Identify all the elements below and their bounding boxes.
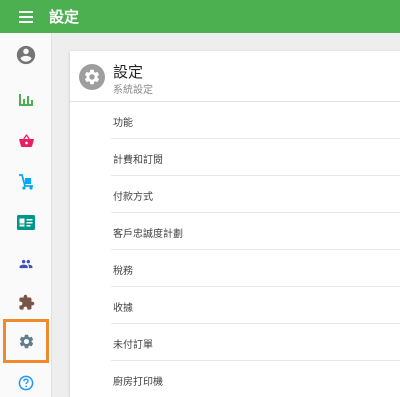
settings-item-payment-methods[interactable]: 付款方式 xyxy=(111,176,400,213)
settings-card-title: 設定 xyxy=(113,63,144,81)
list-item-label: 計費和訂閱 xyxy=(113,155,163,166)
top-app-bar: 設定 xyxy=(0,0,400,33)
hand-truck-icon xyxy=(19,173,33,190)
sidebar-item-staff[interactable] xyxy=(0,245,52,282)
list-item-label: 未付訂單 xyxy=(113,340,153,351)
basket-icon xyxy=(18,133,34,147)
sidebar-item-customers[interactable] xyxy=(0,204,52,241)
settings-card-subtitle: 系統設定 xyxy=(113,85,153,96)
account-circle-icon xyxy=(16,45,36,64)
sidebar-item-delivery[interactable] xyxy=(0,163,52,200)
settings-item-billing[interactable]: 計費和訂閱 xyxy=(111,139,400,176)
settings-item-loyalty[interactable]: 客戶忠誠度計劃 xyxy=(111,213,400,250)
contact-card-icon xyxy=(17,215,35,230)
sidebar-item-settings[interactable] xyxy=(3,319,49,363)
list-item-label: 廚房打印機 xyxy=(113,377,163,388)
settings-item-features[interactable]: 功能 xyxy=(111,102,400,139)
sidebar-item-sales[interactable] xyxy=(0,122,52,159)
puzzle-icon xyxy=(18,294,34,310)
list-item-label: 收據 xyxy=(113,303,133,314)
settings-item-unpaid-orders[interactable]: 未付訂單 xyxy=(111,324,400,361)
sidebar-item-help[interactable] xyxy=(0,364,52,397)
help-circle-icon xyxy=(18,375,34,390)
settings-card: 設定 系統設定 功能 計費和訂閱 付款方式 客戶忠誠度計劃 稅務 收據 未付訂單… xyxy=(70,51,400,397)
people-icon xyxy=(19,259,33,268)
hamburger-menu-icon[interactable] xyxy=(0,0,52,33)
settings-item-kitchen-printers[interactable]: 廚房打印機 xyxy=(111,361,400,397)
gear-icon xyxy=(79,64,105,90)
list-item-label: 客戶忠誠度計劃 xyxy=(113,229,183,240)
bar-chart-icon xyxy=(19,93,33,106)
page-title: 設定 xyxy=(49,8,80,26)
sidebar-nav xyxy=(0,33,52,397)
sidebar-item-addons[interactable] xyxy=(0,284,52,321)
sidebar-item-account[interactable] xyxy=(0,36,52,73)
settings-item-tax[interactable]: 稅務 xyxy=(111,250,400,287)
sidebar-item-reports[interactable] xyxy=(0,81,52,118)
list-item-label: 稅務 xyxy=(113,266,133,277)
settings-item-receipts[interactable]: 收據 xyxy=(111,287,400,324)
settings-card-header: 設定 系統設定 xyxy=(70,51,400,102)
list-item-label: 功能 xyxy=(113,118,133,129)
list-item-label: 付款方式 xyxy=(113,192,153,203)
gear-icon xyxy=(19,334,33,348)
